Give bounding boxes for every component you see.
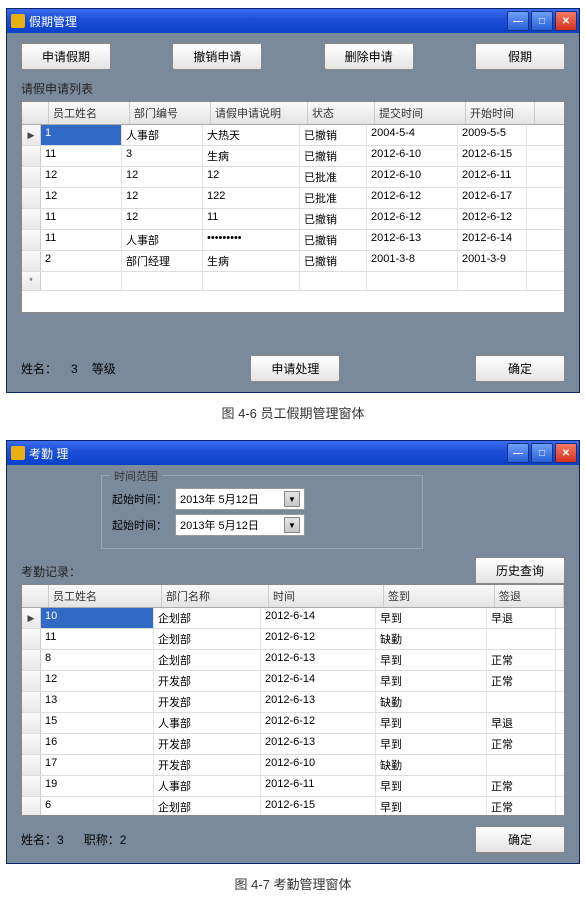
close-button[interactable]: ✕ xyxy=(555,11,577,31)
rank-value: 2 xyxy=(120,833,127,847)
col-dept[interactable]: 部门编号 xyxy=(130,102,211,124)
col-out[interactable]: 签退 xyxy=(495,585,564,607)
table-row[interactable]: ▶1人事部大热天已撤销2004-5-42009-5-5 xyxy=(22,125,564,146)
col-submit[interactable]: 提交时间 xyxy=(375,102,466,124)
window-title: 假期管理 xyxy=(29,13,507,30)
table-row[interactable]: 13开发部2012-6-13缺勤 xyxy=(22,692,564,713)
table-row[interactable]: 11企划部2012-6-12缺勤 xyxy=(22,629,564,650)
col-time[interactable]: 时间 xyxy=(269,585,384,607)
maximize-button[interactable]: □ xyxy=(531,11,553,31)
maximize-button[interactable]: □ xyxy=(531,443,553,463)
attendance-grid[interactable]: 员工姓名 部门名称 时间 签到 签退 ▶10企划部2012-6-14早到早退11… xyxy=(21,584,565,816)
history-button[interactable]: 历史查询 xyxy=(475,557,565,584)
footer: 姓名： 3 等级 申请处理 确定 xyxy=(21,355,565,382)
revoke-button[interactable]: 撤销申请 xyxy=(172,43,262,70)
name-label: 姓名： xyxy=(21,360,57,377)
table-row[interactable]: 12开发部2012-6-14早到正常 xyxy=(22,671,564,692)
delete-button[interactable]: 删除申请 xyxy=(324,43,414,70)
table-row[interactable]: 113生病已撤销2012-6-102012-6-15 xyxy=(22,146,564,167)
start-date-input[interactable]: 2013年 5月12日 ▼ xyxy=(175,488,305,510)
start-label: 起始时间： xyxy=(112,491,167,507)
end-label: 起始时间： xyxy=(112,517,167,533)
list-label: 请假申请列表 xyxy=(21,80,565,97)
ok-button[interactable]: 确定 xyxy=(475,355,565,382)
col-status[interactable]: 状态 xyxy=(308,102,375,124)
time-legend: 时间范围 xyxy=(110,468,162,484)
table-row[interactable]: 16开发部2012-6-13早到正常 xyxy=(22,734,564,755)
minimize-button[interactable]: — xyxy=(507,443,529,463)
col-name[interactable]: 员工姓名 xyxy=(49,585,162,607)
table-row[interactable]: 15人事部2012-6-12早到早退 xyxy=(22,713,564,734)
table-row[interactable]: 8企划部2012-6-13早到正常 xyxy=(22,650,564,671)
process-button[interactable]: 申请处理 xyxy=(250,355,340,382)
grade-label: 等级 xyxy=(92,360,116,377)
time-range-box: 时间范围 起始时间： 2013年 5月12日 ▼ 起始时间： 2013年 5月1… xyxy=(101,475,423,549)
table-row[interactable]: 17开发部2012-6-10缺勤 xyxy=(22,755,564,776)
table-row[interactable]: 19人事部2012-6-11早到正常 xyxy=(22,776,564,797)
vacation-button[interactable]: 假期 xyxy=(475,43,565,70)
footer: 姓名： 3 职称： 2 确定 xyxy=(21,826,565,853)
rank-label: 职称： xyxy=(84,831,120,848)
titlebar[interactable]: 考勤 理 — □ ✕ xyxy=(7,441,579,465)
record-label: 考勤记录： xyxy=(21,563,81,580)
dropdown-icon[interactable]: ▼ xyxy=(284,491,300,507)
app-icon xyxy=(11,14,25,28)
table-row[interactable]: 111211已撤销2012-6-122012-6-12 xyxy=(22,209,564,230)
end-date-input[interactable]: 2013年 5月12日 ▼ xyxy=(175,514,305,536)
apply-button[interactable]: 申请假期 xyxy=(21,43,111,70)
toolbar: 申请假期 撤销申请 删除申请 假期 xyxy=(21,43,565,70)
vacation-grid[interactable]: 员工姓名 部门编号 请假申请说明 状态 提交时间 开始时间 ▶1人事部大热天已撤… xyxy=(21,101,565,313)
window-title: 考勤 理 xyxy=(29,445,507,462)
table-row[interactable]: ▶10企划部2012-6-14早到早退 xyxy=(22,608,564,629)
table-row[interactable]: 2部门经理生病已撤销2001-3-82001-3-9 xyxy=(22,251,564,272)
dropdown-icon[interactable]: ▼ xyxy=(284,517,300,533)
table-row[interactable]: 11人事部•••••••••已撤销2012-6-132012-6-14 xyxy=(22,230,564,251)
window-attendance: 考勤 理 — □ ✕ 时间范围 起始时间： 2013年 5月12日 ▼ 起始时间… xyxy=(6,440,580,864)
table-row[interactable]: 121212已批准2012-6-102012-6-11 xyxy=(22,167,564,188)
app-icon xyxy=(11,446,25,460)
figure-caption-1: 图 4-6 员工假期管理窗体 xyxy=(6,403,580,422)
close-button[interactable]: ✕ xyxy=(555,443,577,463)
name-label: 姓名： xyxy=(21,831,57,848)
table-row[interactable]: 1212122已批准2012-6-122012-6-17 xyxy=(22,188,564,209)
window-vacation: 假期管理 — □ ✕ 申请假期 撤销申请 删除申请 假期 请假申请列表 员工姓名… xyxy=(6,8,580,393)
table-row-empty[interactable]: * xyxy=(22,272,564,291)
col-start[interactable]: 开始时间 xyxy=(466,102,535,124)
name-value: 3 xyxy=(71,362,78,376)
titlebar[interactable]: 假期管理 — □ ✕ xyxy=(7,9,579,33)
col-name[interactable]: 员工姓名 xyxy=(49,102,130,124)
ok-button[interactable]: 确定 xyxy=(475,826,565,853)
minimize-button[interactable]: — xyxy=(507,11,529,31)
col-desc[interactable]: 请假申请说明 xyxy=(211,102,308,124)
name-value: 3 xyxy=(57,833,64,847)
col-in[interactable]: 签到 xyxy=(384,585,495,607)
table-row[interactable]: 6企划部2012-6-15早到正常 xyxy=(22,797,564,816)
col-dept[interactable]: 部门名称 xyxy=(162,585,269,607)
figure-caption-2: 图 4-7 考勤管理窗体 xyxy=(6,874,580,893)
